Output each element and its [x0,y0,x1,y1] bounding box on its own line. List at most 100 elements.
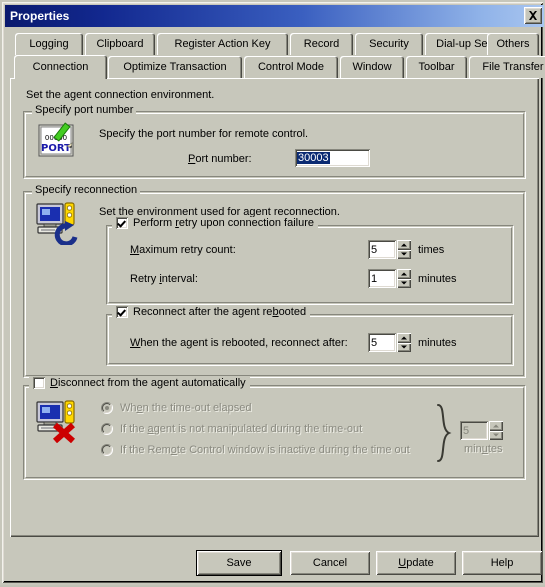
lbl-accel: W [130,337,141,349]
stepper-value[interactable]: 5 [368,240,396,259]
tab-control-mode[interactable]: Control Mode [244,56,338,78]
disconnect-automatically-checkbox[interactable] [33,377,45,389]
tab-register-action-key[interactable]: Register Action Key [157,33,288,55]
tab-label: Others [496,38,530,50]
stepper-value[interactable]: 5 [460,421,488,440]
dialog-button-bar: Save Cancel Update Help [2,543,545,587]
perform-retry-checkbox[interactable] [116,217,128,229]
update-button-label: Update [398,557,433,569]
stepper-up-icon[interactable] [397,333,411,343]
tab-label: Record [303,38,340,50]
stepper-down-icon[interactable] [397,342,411,352]
tab-connection[interactable]: Connection [14,55,107,79]
radio-window-inactive[interactable] [101,444,113,456]
perform-retry-legend: Perform retry upon connection failure [112,217,319,229]
lbl-post: gent is not manipulated during the time-… [153,423,363,435]
reboot-reconnect-after-unit: minutes [418,337,457,349]
reconnection-group: Specify reconnection Set the environment… [23,184,526,378]
lbl-post: aximum retry count: [139,244,236,256]
stepper-up-icon[interactable] [489,421,503,431]
disconnect-legend-label: Disconnect from the agent automatically [50,377,246,389]
lbl-post: etry upon connection failure [178,217,315,229]
tab-window[interactable]: Window [340,56,404,78]
lbl-post: nterval: [161,273,198,285]
lbl-pre: If the Rem [120,444,171,456]
radio-label: If the agent is not manipulated during t… [120,423,362,435]
stepper-up-icon[interactable] [397,240,411,250]
lbl-pre: Retry [130,273,160,285]
tab-label: Connection [32,61,89,73]
stepper-buttons[interactable] [489,421,503,440]
close-x-glyph [529,11,537,20]
port-description: Specify the port number for remote contr… [99,128,309,140]
reboot-reconnect-after-stepper[interactable]: 5 [368,333,411,352]
radio-label: If the Remote Control window is inactive… [120,444,410,456]
tab-logging[interactable]: Logging [15,33,83,55]
reboot-reconnect-after-label: When the agent is rebooted, reconnect af… [130,337,348,349]
help-button[interactable]: Help [462,551,542,575]
tab-record[interactable]: Record [290,33,353,55]
tab-file-transfer[interactable]: File Transfer [469,56,545,78]
update-button[interactable]: Update [376,551,456,575]
disconnect-option-when-timeout-elapsed[interactable]: When the time-out elapsed [101,402,251,414]
reconnect-reboot-checkbox[interactable] [116,306,128,318]
cancel-button-label: Cancel [312,557,348,569]
save-button-label: Save [226,557,252,569]
stepper-down-icon[interactable] [489,430,503,440]
tab-clipboard[interactable]: Clipboard [85,33,155,55]
tab-label: Logging [29,38,69,50]
port-number-input[interactable]: 30003 [295,149,370,167]
tab-others[interactable]: Others [487,33,539,55]
lbl-accel: D [50,377,58,389]
lbl-post: isconnect from the agent automatically [57,377,246,389]
lbl-pre: Wh [120,402,137,414]
lbl-pre: min [464,443,482,455]
reconnect-reboot-label: Reconnect after the agent rebooted [133,306,306,318]
timeout-minutes-stepper[interactable]: 5 [460,421,503,440]
disconnect-computer-icon [35,399,81,444]
timeout-minutes-unit: minutes [464,443,503,455]
stepper-down-icon[interactable] [397,249,411,259]
maximum-retry-count-label: Maximum retry count: [130,244,236,256]
tab-strip: Logging Clipboard Register Action Key Re… [10,33,545,79]
lbl-post: ooted [278,306,307,318]
tab-security[interactable]: Security [355,33,423,55]
tab-label: Security [369,38,409,50]
tab-label: Control Mode [257,61,325,73]
stepper-buttons[interactable] [397,333,411,352]
stepper-value[interactable]: 1 [368,269,396,288]
tab-label: Toolbar [418,61,455,73]
close-icon[interactable] [524,7,542,24]
disconnect-automatically-group: Disconnect from the agent automatically [23,377,526,480]
port-number-group: Specify port number 00000 PORT Specify t… [23,104,526,179]
lbl-post: tes [487,443,503,455]
window-title: Properties [10,9,70,23]
group-border [23,111,526,179]
save-button[interactable]: Save [196,550,282,576]
reconnect-reboot-legend: Reconnect after the agent rebooted [112,306,311,318]
tab-optimize-transaction[interactable]: Optimize Transaction [108,56,242,78]
disconnect-option-agent-not-manipulated[interactable]: If the agent is not manipulated during t… [101,423,362,435]
stepper-value[interactable]: 5 [368,333,396,352]
stepper-buttons[interactable] [397,240,411,259]
port-number-value: 30003 [297,152,330,164]
perform-retry-label: Perform retry upon connection failure [133,217,314,229]
tab-label: Window [352,61,392,73]
radio-label: When the time-out elapsed [120,402,251,414]
title-bar[interactable]: Properties [5,5,544,27]
lbl-pre: Reconnect after the agent re [133,306,273,318]
stepper-down-icon[interactable] [397,278,411,288]
tab-toolbar[interactable]: Toolbar [406,56,467,78]
port-icon: 00000 PORT [37,121,81,161]
stepper-buttons[interactable] [397,269,411,288]
lbl-post: pdate [406,557,434,569]
maximum-retry-count-stepper[interactable]: 5 [368,240,411,259]
connection-tab-page: Set the agent connection environment. Sp… [10,78,539,537]
stepper-up-icon[interactable] [397,269,411,279]
cancel-button[interactable]: Cancel [290,551,370,575]
radio-agent-not-manipulated[interactable] [101,423,113,435]
radio-when-timeout-elapsed[interactable] [101,402,113,414]
disconnect-option-window-inactive[interactable]: If the Remote Control window is inactive… [101,444,410,456]
port-number-label: Port number: [188,153,252,165]
retry-interval-stepper[interactable]: 1 [368,269,411,288]
